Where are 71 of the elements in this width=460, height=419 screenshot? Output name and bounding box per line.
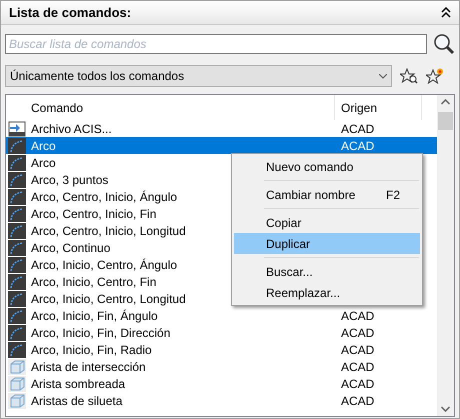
solid-command-icon (8, 392, 26, 408)
arc-command-icon (8, 172, 26, 188)
command-cell-text: Arco (30, 138, 56, 154)
arc-command-icon (8, 324, 26, 340)
shortcut-label: F2 (386, 186, 400, 204)
command-cell-text: Arco, Inicio, Centro, Fin (30, 274, 156, 290)
origin-cell-text: ACAD (340, 392, 374, 410)
origin-cell-text: ACAD (340, 324, 374, 342)
command-cell-text: Arco, Inicio, Centro, Longitud (30, 290, 186, 308)
command-cell-text: Arco, Inicio, Fin, Ángulo (30, 308, 158, 324)
origin-cell-text: ACAD (340, 358, 374, 376)
scroll-down-icon[interactable] (441, 406, 450, 412)
origin-cell-text: ACAD (340, 342, 374, 358)
arc-command-icon (8, 256, 26, 272)
dropdown-value: Únicamente todos los comandos (10, 68, 184, 85)
arc-command-icon (8, 188, 26, 204)
menu-item-label: Buscar... (266, 264, 313, 280)
scroll-up-icon[interactable] (441, 99, 450, 105)
command-cell-text: Arco, Inicio, Centro, Ángulo (30, 256, 178, 274)
search-icon[interactable] (433, 33, 455, 55)
arc-command-icon (8, 342, 26, 358)
panel-title: Lista de comandos: (9, 4, 132, 22)
menu-item[interactable]: Buscar... (234, 261, 420, 282)
command-cell-text: Arco, Centro, Inicio, Fin (30, 206, 156, 222)
menu-item-label: Duplicar (266, 236, 310, 252)
command-cell-text: Arco, Inicio, Fin, Dirección (30, 324, 170, 342)
menu-item[interactable]: Copiar (234, 212, 420, 233)
star-search-icon[interactable] (400, 68, 418, 84)
command-cell-text: Aristas de silueta (30, 392, 122, 410)
scrollbar[interactable] (437, 95, 454, 416)
command-cell-text: Arco, 3 puntos (30, 172, 108, 188)
arc-command-icon (8, 240, 26, 256)
arc-command-icon (8, 138, 26, 154)
solid-command-icon (8, 376, 26, 392)
arc-command-icon (8, 222, 26, 238)
arc-command-icon (8, 274, 26, 290)
command-cell-text: Arco, Inicio, Fin, Radio (30, 342, 152, 358)
menu-item-label: Cambiar nombre (266, 186, 356, 204)
menu-item-label: Nuevo comando (266, 158, 354, 176)
column-header[interactable]: Comando (28, 95, 335, 120)
arc-command-icon (8, 308, 26, 324)
star-new-icon[interactable] (426, 68, 444, 84)
menu-item[interactable]: Cambiar nombre F2 (234, 184, 420, 205)
arc-command-icon (8, 290, 26, 306)
arc-command-icon (8, 154, 26, 170)
origin-cell-text: ACAD (340, 308, 374, 324)
command-cell-text: Archivo ACIS... (30, 120, 112, 138)
file-command-icon (8, 120, 26, 136)
selected-table-row[interactable]: Arco ACAD (6, 137, 437, 154)
menu-item-label: Reemplazar... (266, 284, 340, 302)
menu-item-label: Copiar (266, 214, 302, 232)
command-cell-text: Arco (30, 154, 56, 172)
origin-cell-text: ACAD (340, 120, 374, 138)
menu-item[interactable]: Reemplazar... (234, 282, 420, 303)
chevron-icon (379, 74, 387, 78)
command-cell-text: Arco, Centro, Inicio, Ángulo (30, 188, 178, 206)
command-cell-text: Arco, Continuo (30, 240, 110, 256)
menu-item[interactable]: Nuevo comando (234, 156, 420, 177)
command-cell-text: Arista de intersección (30, 358, 146, 376)
search-field[interactable]: Buscar lista de comandos (5, 34, 427, 54)
filter-dropdown[interactable]: Únicamente todos los comandos (5, 65, 392, 87)
origin-cell-text: ACAD (340, 138, 374, 154)
menu-item[interactable]: Duplicar (234, 233, 420, 254)
origin-cell-text: ACAD (340, 376, 374, 392)
collapse-icon[interactable] (441, 7, 451, 18)
arc-command-icon (8, 206, 26, 222)
column-header[interactable]: Origen (335, 95, 422, 120)
command-cell-text: Arista sombreada (30, 376, 126, 392)
command-cell-text: Arco, Centro, Inicio, Longitud (30, 222, 186, 240)
scroll-thumb[interactable] (438, 112, 453, 130)
solid-command-icon (8, 358, 26, 374)
